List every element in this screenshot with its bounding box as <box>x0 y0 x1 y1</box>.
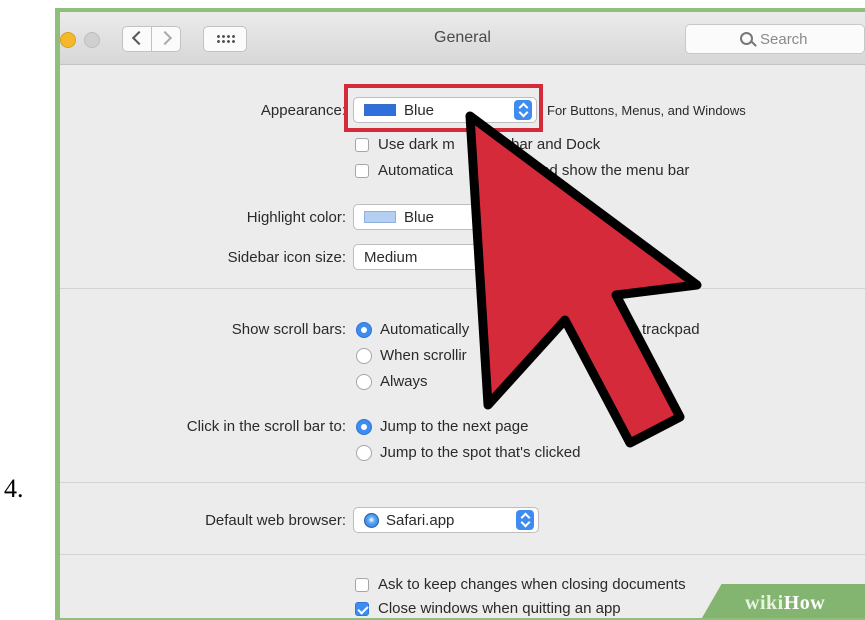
dark-menu-checkbox[interactable] <box>355 138 369 152</box>
search-placeholder: Search <box>760 31 808 48</box>
scroll-bars-automatically-label: Automatically <box>380 321 470 338</box>
title-bar: General Search <box>60 12 865 65</box>
default-browser-value: Safari.app <box>386 512 455 529</box>
dark-menu-label: Use dark m <box>378 136 455 153</box>
highlight-color-popup[interactable]: Blue <box>353 204 537 230</box>
section-divider <box>60 288 865 289</box>
jump-next-page-label: Jump to the next page <box>380 418 529 435</box>
sidebar-icon-size-label: Sidebar icon size: <box>227 249 346 266</box>
highlight-color-label: Highlight color: <box>246 209 346 226</box>
auto-hide-menu-label-tail: nd show the menu bar <box>541 162 690 179</box>
jump-to-spot-radio[interactable] <box>356 445 372 461</box>
search-icon <box>740 32 753 45</box>
callout-box <box>344 84 543 132</box>
section-divider <box>60 554 865 555</box>
popup-arrows-icon <box>516 510 534 530</box>
close-windows-label: Close windows when quitting an app <box>378 600 621 617</box>
scroll-bars-when-scrolling-label: When scrollir <box>380 347 467 364</box>
close-windows-checkbox[interactable] <box>355 602 369 616</box>
search-field[interactable]: Search <box>685 24 865 54</box>
sidebar-icon-size-popup[interactable]: Medium <box>353 244 537 270</box>
appearance-note: For Buttons, Menus, and Windows <box>547 103 746 118</box>
scroll-bars-always-radio[interactable] <box>356 374 372 390</box>
default-browser-popup[interactable]: Safari.app <box>353 507 539 533</box>
auto-hide-menu-checkbox[interactable] <box>355 164 369 178</box>
safari-icon <box>364 513 379 528</box>
scroll-bars-automatically-label-tail: e or trackpad <box>612 321 700 338</box>
ask-keep-changes-checkbox[interactable] <box>355 578 369 592</box>
scroll-bars-automatically-radio[interactable] <box>356 322 372 338</box>
jump-to-spot-label: Jump to the spot that's clicked <box>380 444 581 461</box>
show-scroll-bars-label: Show scroll bars: <box>231 321 346 338</box>
click-scroll-bar-label: Click in the scroll bar to: <box>186 418 346 435</box>
highlight-color-swatch <box>364 211 396 223</box>
watermark-logo: wikiHow <box>745 592 826 614</box>
general-preferences-window: General Search Appearance: Blue For Butt… <box>60 12 865 618</box>
appearance-label: Appearance: <box>260 102 346 119</box>
scroll-bars-when-scrolling-radio[interactable] <box>356 348 372 364</box>
default-browser-label: Default web browser: <box>205 512 346 529</box>
highlight-color-value: Blue <box>404 209 435 226</box>
scroll-bars-always-label: Always <box>380 373 428 390</box>
auto-hide-menu-label: Automatica <box>378 162 454 179</box>
jump-next-page-radio[interactable] <box>356 419 372 435</box>
dark-menu-label-tail: bar and Dock <box>511 136 601 153</box>
screenshot-frame: General Search Appearance: Blue For Butt… <box>55 8 865 620</box>
sidebar-icon-size-value: Medium <box>364 249 418 266</box>
step-number: 4. <box>4 474 24 503</box>
section-divider <box>60 482 865 483</box>
ask-keep-changes-label: Ask to keep changes when closing documen… <box>378 576 686 593</box>
